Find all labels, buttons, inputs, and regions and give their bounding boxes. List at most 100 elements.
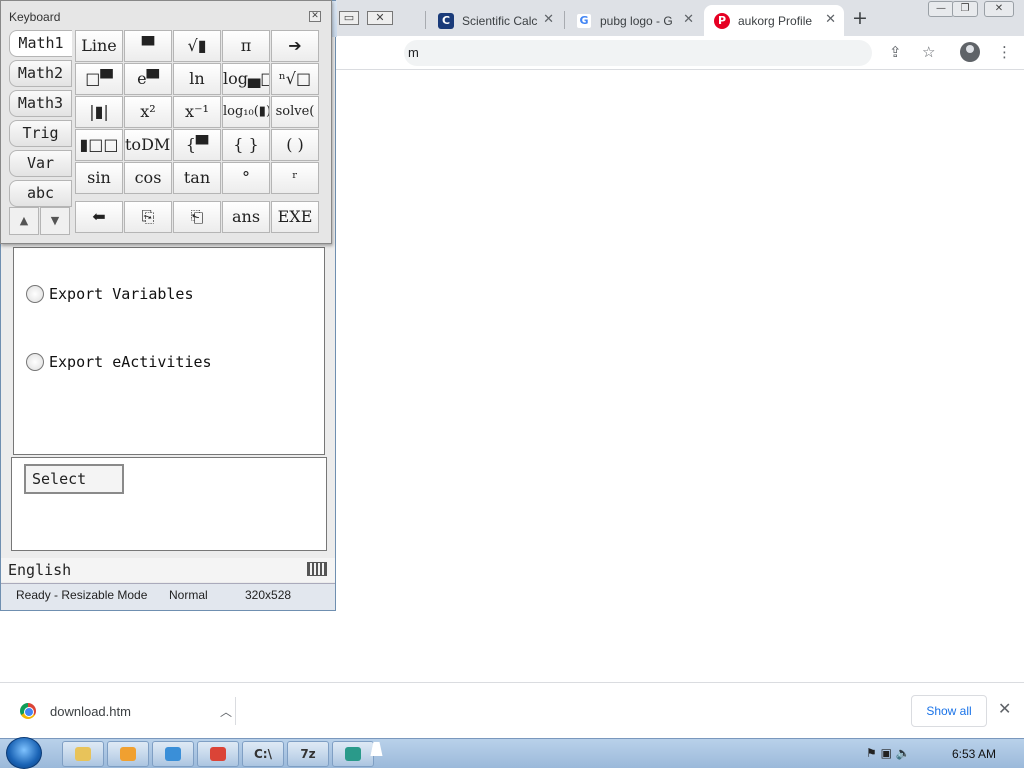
key-4-3[interactable]: ° [222, 162, 270, 194]
key-0-3[interactable]: π [222, 30, 270, 62]
tab-label: pubg logo - G [600, 13, 673, 28]
key-grid: Line▀√▮π➔□▀e▀lnlog▄□ⁿ√□|▮|x²x⁻¹log₁₀(▮)s… [75, 30, 321, 235]
status-state: Ready - Resizable Mode [16, 588, 148, 602]
download-item[interactable]: download.htm ︿ [14, 697, 236, 725]
export-variables-radio[interactable] [26, 285, 44, 303]
key-2-3[interactable]: log₁₀(▮) [222, 96, 270, 128]
key-0-2[interactable]: √▮ [173, 30, 221, 62]
key-2-4[interactable]: solve( [271, 96, 319, 128]
close-window-button[interactable]: ✕ [984, 1, 1014, 17]
tab-aukorg-profile[interactable]: P aukorg Profile ✕ [704, 5, 844, 36]
category-tab-abc[interactable]: abc [9, 180, 72, 207]
share-icon[interactable]: ⇪ [889, 43, 902, 61]
tab-scientific-calc[interactable]: C Scientific Calc ✕ [428, 5, 562, 36]
show-all-button[interactable]: Show all [911, 695, 987, 727]
key-1-4[interactable]: ⁿ√□ [271, 63, 319, 95]
tab-close-icon[interactable]: ✕ [683, 12, 694, 27]
export-options-panel: Export Variables Export eActivities [13, 247, 325, 455]
keyboard-window: Keyboard ✕ Math1 Math2 Math3 Trig Var abc ▲ ▼… [0, 0, 332, 244]
keyboard-close-icon[interactable]: ✕ [309, 11, 321, 22]
chevron-up-icon[interactable]: ︿ [220, 703, 232, 720]
key-5-4[interactable]: EXE [271, 201, 319, 233]
clock[interactable]: 6:53 AM [952, 747, 996, 761]
language-label: English [8, 561, 72, 579]
pinterest-icon: P [714, 12, 730, 29]
key-5-2[interactable]: ⎗ [173, 201, 221, 233]
tab-close-icon[interactable]: ✕ [825, 12, 836, 27]
system-tray: ⚑ ▣ 🔈 [866, 746, 911, 760]
download-file-name: download.htm [50, 703, 131, 719]
key-1-3[interactable]: log▄□ [222, 63, 270, 95]
key-3-3[interactable]: { } [222, 129, 270, 161]
classpad-icon[interactable] [332, 741, 374, 767]
status-bar: Ready - Resizable Mode Normal 320x528 [1, 583, 335, 610]
chrome-icon[interactable] [197, 741, 239, 767]
cmd-icon[interactable]: C:\ [242, 741, 284, 767]
close-download-bar-icon[interactable]: ✕ [998, 699, 1011, 718]
action-panel: Select [11, 457, 327, 551]
key-3-2[interactable]: {▀ [173, 129, 221, 161]
new-tab-button[interactable]: + [852, 7, 868, 29]
export-eactivities-label: Export eActivities [49, 353, 212, 371]
scientific-calc-icon: C [438, 12, 454, 29]
key-1-1[interactable]: e▀ [124, 63, 172, 95]
key-4-0[interactable]: sin [75, 162, 123, 194]
category-tab-math1[interactable]: Math1 [9, 30, 72, 57]
keyboard-title: Keyboard [9, 10, 61, 24]
tab-separator [564, 11, 565, 29]
tab-label: aukorg Profile [738, 13, 813, 28]
download-bar: download.htm ︿ Show all ✕ [0, 682, 1024, 738]
status-mode: Normal [169, 588, 208, 602]
key-2-1[interactable]: x² [124, 96, 172, 128]
volume-icon[interactable]: 🔈 [896, 746, 911, 760]
key-0-4[interactable]: ➔ [271, 30, 319, 62]
minimize-button[interactable]: — [928, 1, 954, 17]
battery-icon [307, 562, 327, 576]
close-icon[interactable]: ✕ [367, 11, 393, 25]
key-2-2[interactable]: x⁻¹ [173, 96, 221, 128]
export-variables-label: Export Variables [49, 285, 194, 303]
tab-close-icon[interactable]: ✕ [543, 12, 554, 27]
explorer-icon[interactable] [62, 741, 104, 767]
start-button[interactable] [6, 737, 42, 769]
category-tab-math3[interactable]: Math3 [9, 90, 72, 117]
restore-button[interactable]: ❐ [952, 1, 978, 17]
key-5-3[interactable]: ans [222, 201, 270, 233]
google-icon: G [576, 12, 592, 29]
menu-kebab-icon[interactable]: ⋮ [997, 43, 1012, 61]
network-icon[interactable]: ▣ [881, 746, 892, 760]
key-5-1[interactable]: ⎘ [124, 201, 172, 233]
chrome-file-icon [20, 703, 36, 719]
key-3-4[interactable]: ( ) [271, 129, 319, 161]
profile-avatar-icon[interactable] [960, 42, 980, 62]
tab-pubg-logo[interactable]: G pubg logo - G ✕ [566, 5, 702, 36]
category-tab-math2[interactable]: Math2 [9, 60, 72, 87]
key-0-1[interactable]: ▀ [124, 30, 172, 62]
key-1-2[interactable]: ln [173, 63, 221, 95]
key-3-0[interactable]: ▮□□ [75, 129, 123, 161]
category-tab-var[interactable]: Var [9, 150, 72, 177]
select-button[interactable]: Select [24, 464, 124, 494]
key-0-0[interactable]: Line [75, 30, 123, 62]
bookmark-star-icon[interactable]: ☆ [922, 43, 935, 61]
address-bar[interactable]: m [404, 40, 872, 66]
scroll-down-icon[interactable]: ▼ [40, 207, 70, 235]
scroll-up-icon[interactable]: ▲ [9, 207, 39, 235]
key-5-0[interactable]: ⬅ [75, 201, 123, 233]
media-player-icon[interactable] [107, 741, 149, 767]
key-1-0[interactable]: □▀ [75, 63, 123, 95]
key-4-1[interactable]: cos [124, 162, 172, 194]
key-4-2[interactable]: tan [173, 162, 221, 194]
app-icon[interactable] [152, 741, 194, 767]
key-2-0[interactable]: |▮| [75, 96, 123, 128]
language-bar: English [1, 558, 335, 582]
status-size: 320x528 [245, 588, 292, 602]
taskbar: C:\ 7z ⚑ ▣ 🔈 6:53 AM [0, 737, 1024, 769]
minimize-icon[interactable]: ▭ [339, 11, 359, 25]
key-3-1[interactable]: toDMS [124, 129, 172, 161]
category-tab-trig[interactable]: Trig [9, 120, 72, 147]
key-4-4[interactable]: ʳ [271, 162, 319, 194]
7zip-icon[interactable]: 7z [287, 741, 329, 767]
flag-icon[interactable]: ⚑ [866, 746, 877, 760]
export-eactivities-radio[interactable] [26, 353, 44, 371]
